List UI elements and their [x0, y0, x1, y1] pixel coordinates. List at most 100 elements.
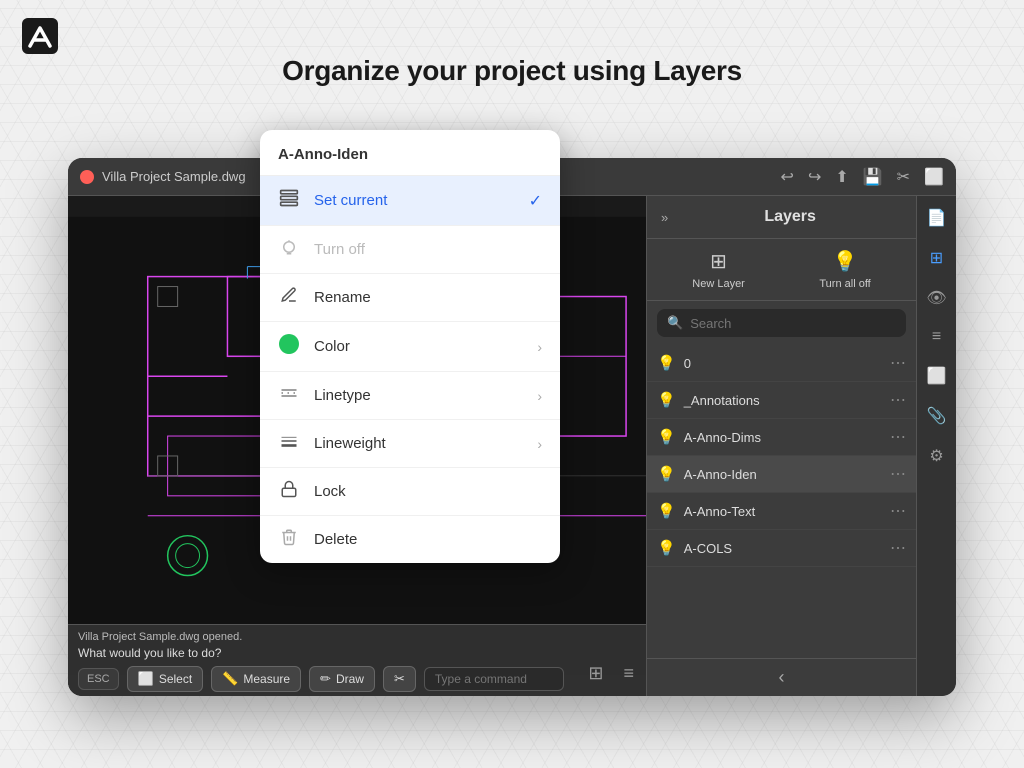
esc-button[interactable]: ESC	[78, 668, 119, 690]
layer-more-icon[interactable]: ⋯	[890, 501, 906, 521]
layers-panel-title: Layers	[678, 208, 902, 226]
turn-all-off-label: Turn all off	[819, 278, 870, 290]
color-icon	[278, 334, 300, 359]
stack-icon[interactable]: ≡	[928, 324, 945, 350]
visibility-icon: 💡	[657, 539, 676, 557]
visibility-icon: 💡	[657, 428, 676, 446]
panel-header: » Layers	[647, 196, 916, 239]
layers-panel: » Layers ⊞ New Layer 💡 Turn all off 🔍	[646, 196, 916, 696]
layer-item[interactable]: 💡 _Annotations ⋯	[647, 382, 916, 419]
set-current-label: Set current	[314, 192, 515, 209]
titlebar-actions: ↩ ↪ ⬆ 💾 ✂ ⬜	[781, 167, 944, 187]
settings-icon[interactable]: ⚙	[925, 442, 947, 470]
layer-more-icon[interactable]: ⋯	[890, 353, 906, 373]
app-logo	[22, 18, 58, 54]
upload-icon[interactable]: ⬆	[835, 167, 848, 187]
linetype-label: Linetype	[314, 387, 523, 404]
layer-more-icon[interactable]: ⋯	[890, 538, 906, 558]
grid-icon[interactable]: ⊞	[588, 663, 603, 684]
context-menu: A-Anno-Iden Set current ✓ Turn off Renam…	[260, 130, 560, 563]
visibility-icon-off: 💡	[657, 465, 676, 483]
layers-list: 💡 0 ⋯ 💡 _Annotations ⋯ 💡 A-Anno-Dims ⋯ 💡…	[647, 345, 916, 658]
delete-label: Delete	[314, 531, 542, 548]
chevron-right-icon: ›	[537, 436, 542, 452]
layer-item[interactable]: 💡 A-COLS ⋯	[647, 530, 916, 567]
set-current-icon	[278, 188, 300, 213]
panel-actions: ⊞ New Layer 💡 Turn all off	[647, 239, 916, 301]
visibility-icon: 💡	[657, 354, 676, 372]
menu-item-color[interactable]: Color ›	[260, 322, 560, 372]
cut-icon[interactable]: ✂	[897, 167, 910, 187]
collapse-button[interactable]: »	[661, 210, 668, 225]
copy-icon[interactable]: ⬜	[923, 362, 951, 390]
panel-bottom[interactable]: ‹	[647, 658, 916, 696]
layer-more-icon[interactable]: ⋯	[890, 464, 906, 484]
save-icon[interactable]: 💾	[863, 167, 883, 187]
layer-item[interactable]: 💡 A-Anno-Dims ⋯	[647, 419, 916, 456]
layers-right-icon[interactable]: ⊞	[926, 244, 947, 272]
new-layer-icon: ⊞	[710, 249, 727, 274]
layer-item-active[interactable]: 💡 A-Anno-Iden ⋯	[647, 456, 916, 493]
eye-icon[interactable]: 👁	[922, 284, 950, 312]
bottom-icons: ⊞ ≡	[588, 663, 634, 684]
draw-button[interactable]: ✏ Draw	[309, 666, 375, 692]
bottom-buttons: ESC ⬜ Select 📏 Measure ✏ Draw ✂	[78, 666, 636, 692]
visibility-icon: 💡	[657, 391, 676, 409]
search-icon: 🔍	[667, 315, 683, 331]
scissors-icon: ✂	[394, 671, 405, 687]
undo-icon[interactable]: ↩	[781, 167, 794, 187]
menu-item-set-current[interactable]: Set current ✓	[260, 176, 560, 226]
menu-item-lock[interactable]: Lock	[260, 468, 560, 516]
more-button[interactable]: ✂	[383, 666, 416, 692]
chevron-right-icon: ›	[537, 388, 542, 404]
command-input[interactable]	[424, 667, 564, 691]
measure-icon: 📏	[222, 671, 238, 687]
redo-icon[interactable]: ↪	[808, 167, 821, 187]
new-layer-label: New Layer	[692, 278, 745, 290]
layer-item[interactable]: 💡 A-Anno-Text ⋯	[647, 493, 916, 530]
check-icon: ✓	[529, 191, 542, 211]
select-label: Select	[159, 672, 192, 686]
search-bar: 🔍	[657, 309, 906, 337]
rename-label: Rename	[314, 289, 542, 306]
bottom-info: Villa Project Sample.dwg opened.	[78, 631, 636, 643]
menu-item-linetype[interactable]: Linetype ›	[260, 372, 560, 420]
lineweight-icon	[278, 432, 300, 455]
fullscreen-icon[interactable]: ⬜	[924, 167, 944, 187]
menu-item-rename[interactable]: Rename	[260, 274, 560, 322]
layer-name: A-Anno-Iden	[684, 467, 882, 482]
select-button[interactable]: ⬜ Select	[127, 666, 204, 692]
menu-item-lineweight[interactable]: Lineweight ›	[260, 420, 560, 468]
layer-name: 0	[684, 356, 882, 371]
draw-label: Draw	[336, 672, 364, 686]
turn-all-off-button[interactable]: 💡 Turn all off	[819, 249, 870, 290]
layer-name: A-COLS	[684, 541, 882, 556]
select-icon: ⬜	[138, 671, 154, 687]
turn-off-label: Turn off	[314, 241, 542, 258]
turn-off-icon	[278, 238, 300, 261]
measure-label: Measure	[243, 672, 290, 686]
lock-icon	[278, 480, 300, 503]
attachment-icon[interactable]: 📎	[923, 402, 951, 430]
bottom-toolbar: Villa Project Sample.dwg opened. What wo…	[68, 624, 646, 696]
layers-icon[interactable]: ≡	[623, 663, 634, 684]
layer-name: _Annotations	[684, 393, 882, 408]
linetype-icon	[278, 384, 300, 407]
search-input[interactable]	[690, 316, 896, 331]
right-icons-panel: 📄 ⊞ 👁 ≡ ⬜ 📎 ⚙	[916, 196, 956, 696]
menu-item-delete[interactable]: Delete	[260, 516, 560, 563]
layer-name: A-Anno-Dims	[684, 430, 882, 445]
chevron-right-icon: ›	[537, 339, 542, 355]
close-button[interactable]	[80, 170, 94, 184]
layer-item[interactable]: 💡 0 ⋯	[647, 345, 916, 382]
context-menu-title: A-Anno-Iden	[260, 130, 560, 176]
new-layer-button[interactable]: ⊞ New Layer	[692, 249, 745, 290]
rename-icon	[278, 286, 300, 309]
bottom-question: What would you like to do?	[78, 646, 636, 660]
file-icon[interactable]: 📄	[923, 204, 951, 232]
layer-more-icon[interactable]: ⋯	[890, 390, 906, 410]
lineweight-label: Lineweight	[314, 435, 523, 452]
layer-more-icon[interactable]: ⋯	[890, 427, 906, 447]
measure-button[interactable]: 📏 Measure	[211, 666, 301, 692]
layer-name: A-Anno-Text	[684, 504, 882, 519]
